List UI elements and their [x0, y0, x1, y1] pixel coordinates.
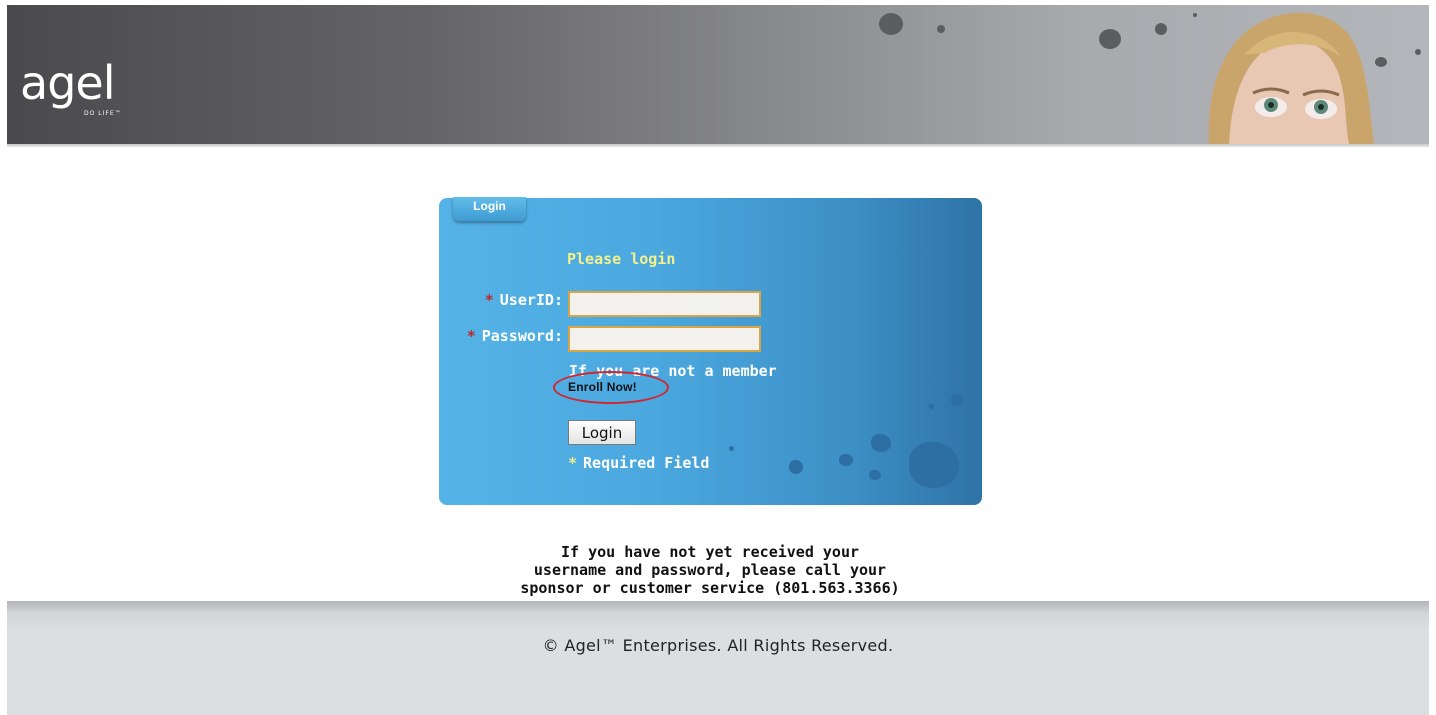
decor-blob: [869, 470, 881, 480]
logo-wordmark: agel: [20, 56, 115, 110]
decor-blob: [839, 454, 853, 466]
decor-blob: [929, 404, 934, 409]
enroll-now-link[interactable]: Enroll Now!: [568, 380, 637, 394]
copyright-text: © Agel™ Enterprises. All Rights Reserved…: [542, 636, 894, 655]
decor-blob: [729, 446, 734, 451]
decor-blob: [951, 394, 963, 406]
agel-logo[interactable]: agel DO LIFE™: [20, 56, 121, 117]
help-line-2: username and password, please call your: [533, 561, 887, 579]
password-label-text: Password:: [481, 327, 563, 345]
help-line-1: If you have not yet received your: [560, 543, 859, 561]
decor-splat: [937, 25, 945, 33]
required-field-note: * Required Field: [568, 454, 709, 472]
userid-label-text: UserID:: [499, 291, 563, 309]
decor-blob: [789, 460, 803, 474]
password-field[interactable]: [568, 326, 761, 352]
header-divider: [7, 144, 1429, 147]
required-star: *: [484, 291, 494, 309]
footer: © Agel™ Enterprises. All Rights Reserved…: [7, 601, 1429, 715]
required-field-text: Required Field: [583, 454, 710, 472]
logo-tagline: DO LIFE™: [84, 110, 122, 117]
decor-splat: [1155, 23, 1167, 35]
required-star: *: [568, 454, 578, 472]
decor-blob: [871, 434, 891, 452]
header-face-image: [1189, 5, 1379, 144]
password-label: * Password:: [440, 327, 563, 345]
userid-label: * UserID:: [463, 291, 563, 309]
tab-login[interactable]: Login: [453, 197, 526, 221]
required-star: *: [466, 327, 476, 345]
login-prompt: Please login: [567, 250, 676, 268]
login-button[interactable]: Login: [568, 420, 636, 445]
userid-field[interactable]: [568, 291, 761, 317]
decor-splat: [1415, 49, 1421, 55]
header-banner: agel DO LIFE™: [7, 5, 1429, 144]
not-member-text: If you are not a member: [569, 362, 777, 380]
help-line-3: sponsor or customer service (801.563.336…: [520, 579, 900, 597]
decor-blob: [909, 442, 959, 488]
decor-splat: [1099, 29, 1121, 49]
decor-splat: [879, 13, 903, 35]
help-text: If you have not yet received your userna…: [440, 543, 980, 597]
